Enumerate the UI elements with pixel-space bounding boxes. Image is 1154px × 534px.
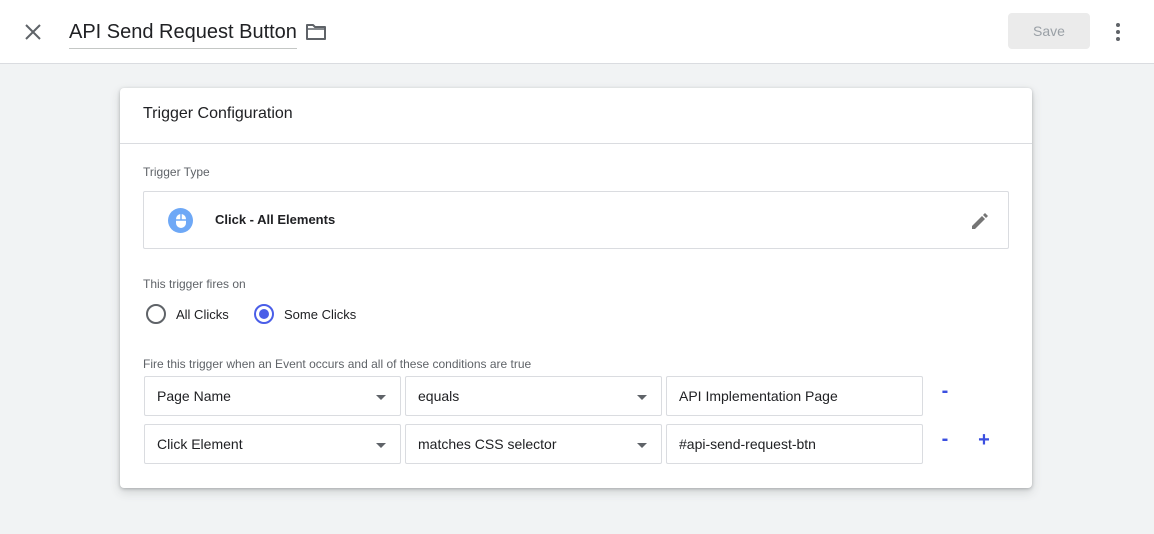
folder-icon <box>306 24 326 40</box>
dropdown-arrow-icon <box>637 395 647 400</box>
edit-trigger-type-button[interactable] <box>968 209 992 233</box>
radio-some-clicks[interactable]: Some Clicks <box>254 304 356 324</box>
pencil-icon <box>972 213 988 229</box>
trigger-name-text: API Send Request Button <box>69 21 297 43</box>
dropdown-arrow-icon <box>376 395 386 400</box>
more-options-button[interactable] <box>1104 16 1132 48</box>
conditions-label: Fire this trigger when an Event occurs a… <box>143 357 532 371</box>
close-button[interactable] <box>17 16 49 48</box>
radio-label-some-clicks: Some Clicks <box>284 306 357 322</box>
condition-operator-select[interactable]: matches CSS selector <box>405 424 662 464</box>
radio-label-all-clicks: All Clicks <box>176 306 229 322</box>
radio-button-unchecked <box>146 304 166 324</box>
condition-value-input[interactable]: #api-send-request-btn <box>666 424 923 464</box>
card-title: Trigger Configuration <box>143 105 293 122</box>
add-condition-button[interactable]: + <box>974 430 994 451</box>
fires-on-label: This trigger fires on <box>143 277 246 291</box>
condition-variable-select[interactable]: Click Element <box>144 424 401 464</box>
save-button[interactable]: Save <box>1008 13 1090 49</box>
trigger-name-field[interactable]: API Send Request Button <box>69 18 297 49</box>
top-bar: API Send Request Button Save <box>0 0 1154 64</box>
close-icon <box>25 24 41 40</box>
card-header: Trigger Configuration <box>120 88 1032 144</box>
radio-button-checked <box>254 304 274 324</box>
condition-variable-value: Click Element <box>157 436 243 452</box>
radio-dot <box>259 309 269 319</box>
condition-variable-value: Page Name <box>157 388 231 404</box>
remove-condition-button[interactable]: - <box>935 429 955 450</box>
trigger-type-selector[interactable]: Click - All Elements <box>143 191 1009 249</box>
radio-all-clicks[interactable]: All Clicks <box>146 304 229 324</box>
trigger-type-name: Click - All Elements <box>215 212 336 227</box>
more-vert-icon <box>1116 23 1120 41</box>
mouse-icon <box>168 208 193 233</box>
condition-operator-value: matches CSS selector <box>418 436 557 452</box>
dropdown-arrow-icon <box>637 443 647 448</box>
remove-condition-button[interactable]: - <box>935 381 955 402</box>
condition-variable-select[interactable]: Page Name <box>144 376 401 416</box>
condition-value-text: API Implementation Page <box>679 388 838 404</box>
condition-operator-select[interactable]: equals <box>405 376 662 416</box>
dropdown-arrow-icon <box>376 443 386 448</box>
trigger-type-label: Trigger Type <box>143 165 210 179</box>
trigger-configuration-card: Trigger Configuration Trigger Type Click… <box>120 88 1032 488</box>
condition-operator-value: equals <box>418 388 460 404</box>
condition-value-text: #api-send-request-btn <box>679 436 816 452</box>
condition-value-input[interactable]: API Implementation Page <box>666 376 923 416</box>
folder-button[interactable] <box>302 19 330 45</box>
